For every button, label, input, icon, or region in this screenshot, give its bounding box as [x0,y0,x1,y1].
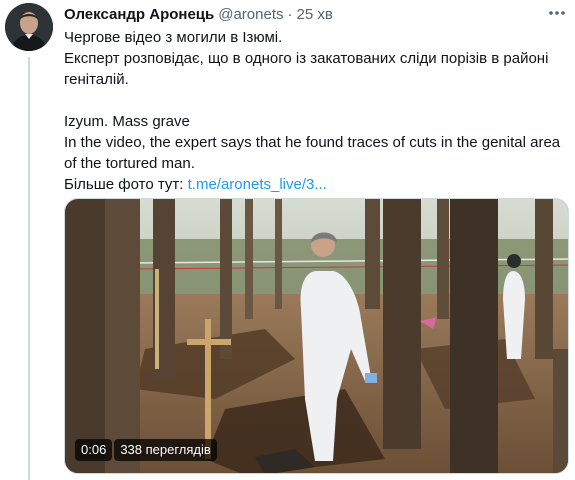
tweet-header: Олександр Аронець @aronets · 25 хв [64,4,545,24]
video-info-badge: 0:06 338 переглядів [75,439,217,461]
video-thumbnail [65,199,568,473]
author-avatar[interactable] [5,3,53,51]
video-player[interactable]: 0:06 338 переглядів [64,198,569,474]
more-photos-link[interactable]: t.me/aronets_live/3... [188,176,327,193]
tweet-text-en-line1: Izyum. Mass grave [64,113,190,130]
more-photos-line: Більше фото тут: t.me/aronets_live/3... [64,174,564,195]
tweet-text: Чергове відео з могили в Ізюмі. Експерт … [64,27,564,195]
author-handle[interactable]: @aronets [218,6,283,23]
thread-line [28,57,30,480]
avatar-image [5,3,53,51]
video-duration: 0:06 [75,439,113,461]
more-photos-label: Більше фото тут: [64,176,184,193]
more-options-button[interactable] [545,4,569,22]
more-icon [549,11,565,15]
tweet-text-uk-line2: Експерт розповідає, що в одного із закат… [64,50,549,88]
tweet-time[interactable]: 25 хв [297,6,333,23]
author-name[interactable]: Олександр Аронець [64,6,214,23]
tweet-text-uk-line1: Чергове відео з могили в Ізюмі. [64,29,283,46]
tweet-text-en-line2: In the video, the expert says that he fo… [64,134,561,172]
header-separator: · [287,5,293,23]
video-views: 338 переглядів [114,439,217,461]
